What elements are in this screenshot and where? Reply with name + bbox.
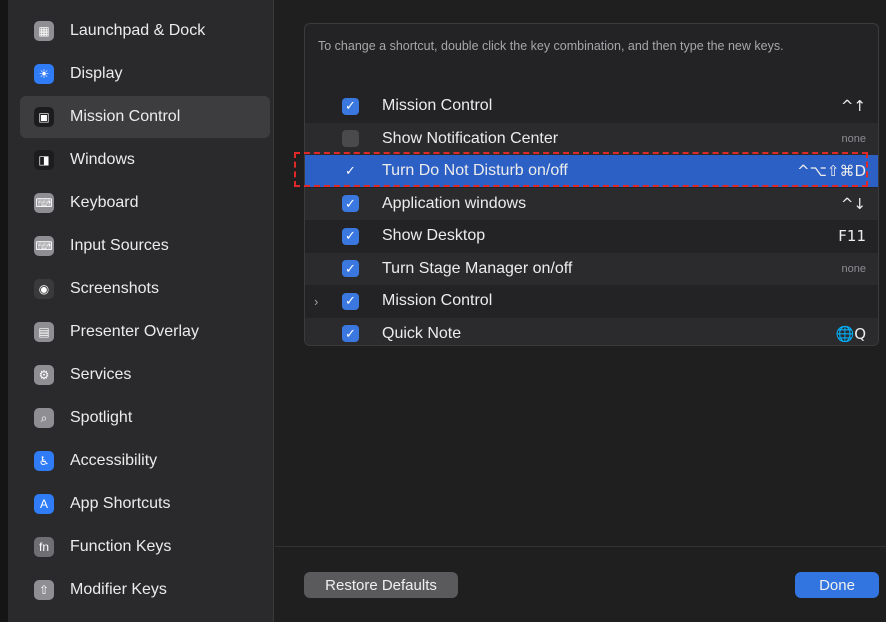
shortcut-checkbox[interactable]: [342, 130, 359, 147]
window-edge: [0, 0, 8, 622]
sidebar-item-label: Modifier Keys: [70, 581, 167, 598]
shortcuts-panel: To change a shortcut, double click the k…: [304, 23, 879, 346]
shortcut-label: Application windows: [382, 194, 527, 212]
instructions-text: To change a shortcut, double click the k…: [318, 39, 784, 53]
sidebar-item-label: Services: [70, 366, 132, 383]
shortcut-row[interactable]: ✓ Quick Note 🌐Q: [305, 317, 878, 345]
spotlight-icon: ⌕: [34, 408, 54, 428]
display-icon: ☀: [34, 64, 54, 84]
sidebar-item-label: App Shortcuts: [70, 495, 171, 512]
sidebar-item-label: Presenter Overlay: [70, 323, 199, 340]
sidebar-item-label: Mission Control: [70, 108, 181, 125]
shortcut-row[interactable]: ✓ Turn Do Not Disturb on/off ^⌥⇧⌘D: [305, 155, 878, 187]
sidebar-item-input-sources[interactable]: ⌨ Input Sources: [20, 225, 270, 267]
shortcut-keys[interactable]: ^↓: [841, 195, 866, 213]
accessibility-icon: ♿: [34, 451, 54, 471]
sidebar-item-label: Screenshots: [70, 280, 159, 297]
mission-control-icon: ▣: [34, 107, 54, 127]
shortcut-checkbox[interactable]: ✓: [342, 292, 359, 310]
shortcut-checkbox[interactable]: ✓: [342, 325, 359, 342]
shortcut-label: Show Desktop: [382, 227, 486, 244]
sidebar-item-modifier-keys[interactable]: ⇧ Modifier Keys: [20, 569, 270, 611]
system-settings-window: ▦ Launchpad & Dock ☀ Display ▣ Mission Contro…: [0, 0, 886, 622]
sidebar-item-label: Spotlight: [70, 409, 133, 426]
sidebar-item-services[interactable]: ⚙ Services: [20, 354, 270, 396]
shortcut-keys[interactable]: ^⌥⇧⌘D: [797, 162, 866, 180]
sidebar-item-keyboard[interactable]: ⌨ Keyboard: [20, 182, 270, 224]
shortcut-label: Show Notification Center: [382, 129, 559, 147]
shortcut-keys[interactable]: ^↑: [841, 97, 866, 115]
sidebar-item-label: Accessibility: [70, 452, 158, 469]
sidebar-item-label: Display: [70, 65, 123, 82]
shortcut-label: Mission Control: [382, 292, 493, 309]
sidebar-item-app-shortcuts[interactable]: A App Shortcuts: [20, 483, 270, 525]
shortcut-row[interactable]: ✓ Show Desktop F11: [305, 220, 878, 252]
shortcut-keys[interactable]: none: [842, 133, 866, 145]
sidebar-item-presenter-overlay[interactable]: ▤ Presenter Overlay: [20, 311, 270, 353]
footer-divider: [275, 546, 886, 547]
app-shortcuts-icon: A: [34, 494, 54, 514]
shortcut-row[interactable]: ✓ Mission Control ^↑: [305, 90, 878, 122]
sidebar-item-label: Function Keys: [70, 538, 172, 555]
keyboard-icon: ⌨: [34, 193, 54, 213]
sidebar-item-display[interactable]: ☀ Display: [20, 53, 270, 95]
sidebar-item-mission-control[interactable]: ▣ Mission Control: [20, 96, 270, 138]
shortcut-keys[interactable]: F11: [838, 227, 866, 245]
disclosure-chevron-icon[interactable]: ›: [314, 294, 318, 309]
sidebar-item-windows[interactable]: ◨ Windows: [20, 139, 270, 181]
shortcut-checkbox[interactable]: ✓: [342, 195, 359, 212]
sidebar-item-label: Windows: [70, 151, 135, 168]
shortcut-label: Turn Do Not Disturb on/off: [382, 162, 568, 179]
sidebar-item-spotlight[interactable]: ⌕ Spotlight: [20, 397, 270, 439]
screenshots-icon: ◉: [34, 279, 54, 299]
main-panel: To change a shortcut, double click the k…: [275, 0, 886, 622]
input-sources-icon: ⌨: [34, 236, 54, 256]
sidebar-item-screenshots[interactable]: ◉ Screenshots: [20, 268, 270, 310]
function-keys-icon: fn: [34, 537, 54, 557]
windows-icon: ◨: [34, 150, 54, 170]
sidebar-item-label: Launchpad & Dock: [70, 22, 206, 39]
presenter-overlay-icon: ▤: [34, 322, 54, 342]
sidebar-item-launchpad-dock[interactable]: ▦ Launchpad & Dock: [20, 10, 270, 52]
sidebar-item-function-keys[interactable]: fn Function Keys: [20, 526, 270, 568]
shortcut-keys[interactable]: none: [842, 263, 866, 275]
shortcut-label: Turn Stage Manager on/off: [382, 259, 573, 277]
shortcut-row[interactable]: Show Notification Center none: [305, 122, 878, 155]
shortcut-keys[interactable]: 🌐Q: [836, 325, 866, 343]
done-button[interactable]: Done: [795, 572, 879, 598]
shortcut-row[interactable]: › ✓ Mission Control: [305, 285, 878, 317]
sidebar-item-label: Keyboard: [70, 194, 139, 211]
shortcut-label: Mission Control: [382, 97, 493, 114]
services-icon: ⚙: [34, 365, 54, 385]
modifier-keys-icon: ⇧: [34, 580, 54, 600]
shortcut-label: Quick Note: [382, 324, 462, 342]
sidebar-item-label: Input Sources: [70, 237, 169, 254]
shortcut-row[interactable]: ✓ Application windows ^↓: [305, 187, 878, 220]
launchpad-icon: ▦: [34, 21, 54, 41]
restore-defaults-button[interactable]: Restore Defaults: [304, 572, 458, 598]
shortcut-checkbox[interactable]: ✓: [342, 97, 359, 115]
shortcut-checkbox[interactable]: ✓: [342, 227, 359, 245]
sidebar: ▦ Launchpad & Dock ☀ Display ▣ Mission Contro…: [8, 0, 274, 622]
sidebar-item-accessibility[interactable]: ♿ Accessibility: [20, 440, 270, 482]
shortcut-checkbox[interactable]: ✓: [342, 260, 359, 277]
shortcut-checkbox[interactable]: ✓: [342, 163, 359, 180]
shortcut-row[interactable]: ✓ Turn Stage Manager on/off none: [305, 252, 878, 285]
